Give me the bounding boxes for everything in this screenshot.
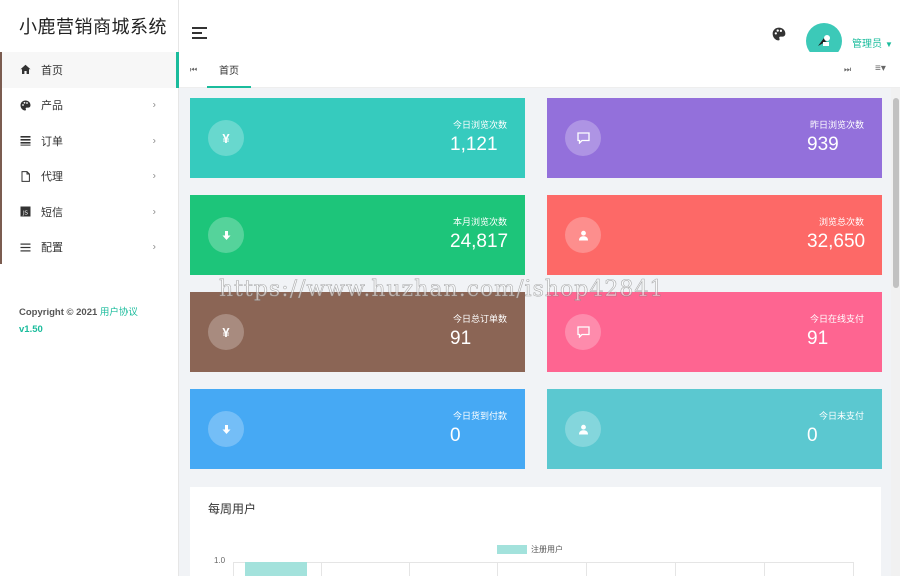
footer-copyright: Copyright © 2021 用户协议 v1.50 bbox=[19, 304, 138, 338]
sidebar-item-label: 配置 bbox=[41, 242, 63, 255]
scrollbar-thumb[interactable] bbox=[893, 98, 899, 288]
stat-label: 今日货到付款 bbox=[452, 411, 507, 421]
legend-label: 注册用户 bbox=[531, 545, 563, 554]
sidebar-item-label: 代理 bbox=[41, 171, 63, 184]
chart-bar[interactable] bbox=[245, 562, 307, 576]
stat-card[interactable]: 本月浏览次数 24,817 bbox=[190, 195, 525, 275]
list-icon bbox=[19, 135, 31, 147]
svg-text:JS: JS bbox=[21, 211, 28, 217]
stat-card[interactable]: 浏览总次数 32,650 bbox=[547, 195, 882, 275]
stat-label: 今日未支付 bbox=[818, 411, 864, 421]
hamburger-icon[interactable] bbox=[192, 27, 207, 39]
download-icon bbox=[208, 217, 244, 253]
chart-vgrid bbox=[321, 562, 322, 576]
sidebar-item-label: 产品 bbox=[41, 100, 63, 113]
chevron-right-icon: › bbox=[152, 135, 156, 147]
theme-palette-icon[interactable] bbox=[772, 27, 786, 41]
chart-vgrid bbox=[853, 562, 854, 576]
chevron-right-icon: › bbox=[152, 99, 156, 111]
stat-card[interactable]: 昨日浏览次数 939 bbox=[547, 98, 882, 178]
chevron-right-icon: › bbox=[152, 170, 156, 182]
stat-card[interactable]: ¥ 今日浏览次数 1,121 bbox=[190, 98, 525, 178]
stat-value: 1,121 bbox=[450, 134, 498, 155]
sidebar-item-orders[interactable]: 订单 › bbox=[0, 123, 178, 159]
chart-legend[interactable]: 注册用户 bbox=[497, 544, 563, 555]
stat-label: 今日浏览次数 bbox=[452, 120, 507, 130]
stat-value: 939 bbox=[807, 134, 839, 155]
sidebar-item-label: 短信 bbox=[41, 206, 63, 219]
copyright-text: Copyright © 2021 bbox=[19, 307, 98, 318]
caret-down-icon: ▼ bbox=[885, 40, 893, 49]
tab-label: 首页 bbox=[219, 65, 239, 77]
file-icon bbox=[19, 170, 31, 182]
stat-card[interactable]: 今日在线支付 91 bbox=[547, 292, 882, 372]
chart-vgrid bbox=[233, 562, 234, 576]
chart-gridline bbox=[233, 562, 853, 563]
sidebar-menu: 首页 产品 › 订单 › 代理 › JS 短信 › 配置 › bbox=[0, 52, 178, 265]
weekly-users-panel: 每周用户 注册用户 1.0 bbox=[190, 487, 881, 576]
chart-vgrid bbox=[675, 562, 676, 576]
admin-dropdown[interactable]: 管理员 ▼ bbox=[852, 35, 893, 50]
panel-title: 每周用户 bbox=[208, 502, 257, 516]
admin-label: 管理员 bbox=[852, 39, 882, 50]
js-icon: JS bbox=[19, 206, 31, 218]
stat-label: 今日在线支付 bbox=[809, 314, 864, 324]
message-icon bbox=[565, 314, 601, 350]
stat-label: 今日总订单数 bbox=[452, 314, 507, 324]
sidebar: 小鹿营销商城系统 首页 产品 › 订单 › 代理 › JS 短信 › 配置 › … bbox=[0, 0, 179, 576]
tab-home[interactable]: 首页 bbox=[207, 52, 251, 88]
stat-label: 本月浏览次数 bbox=[452, 217, 507, 227]
sidebar-item-sms[interactable]: JS 短信 › bbox=[0, 194, 178, 230]
agreement-link[interactable]: 用户协议 bbox=[100, 307, 138, 318]
version-label: v1.50 bbox=[19, 324, 43, 335]
palette-icon bbox=[19, 99, 31, 111]
stat-label: 浏览总次数 bbox=[818, 217, 864, 227]
user-icon bbox=[565, 411, 601, 447]
sidebar-item-settings[interactable]: 配置 › bbox=[0, 230, 178, 266]
stat-value: 0 bbox=[450, 425, 461, 446]
y-tick-label: 1.0 bbox=[214, 556, 226, 565]
top-header: 管理员 ▼ bbox=[179, 0, 900, 59]
chevron-right-icon: › bbox=[152, 206, 156, 218]
stat-value: 91 bbox=[450, 328, 472, 349]
stat-value: 32,650 bbox=[807, 231, 866, 252]
chart-vgrid bbox=[764, 562, 765, 576]
app-title: 小鹿营销商城系统 bbox=[19, 17, 167, 37]
stat-value: 0 bbox=[807, 425, 818, 446]
menu-icon bbox=[19, 241, 31, 253]
download-icon bbox=[208, 411, 244, 447]
yen-icon: ¥ bbox=[208, 314, 244, 350]
chart-vgrid bbox=[409, 562, 410, 576]
tab-menu-icon[interactable]: ≡▾ bbox=[875, 63, 886, 74]
chart-vgrid bbox=[497, 562, 498, 576]
sidebar-item-home[interactable]: 首页 bbox=[0, 52, 178, 88]
chart-vgrid bbox=[586, 562, 587, 576]
stat-value: 91 bbox=[807, 328, 829, 349]
chevron-right-icon: › bbox=[152, 241, 156, 253]
stat-card[interactable]: 今日未支付 0 bbox=[547, 389, 882, 469]
yen-icon: ¥ bbox=[208, 120, 244, 156]
sidebar-item-agents[interactable]: 代理 › bbox=[0, 159, 178, 195]
stat-value: 24,817 bbox=[450, 231, 509, 252]
sidebar-item-label: 订单 bbox=[41, 135, 63, 148]
stat-label: 昨日浏览次数 bbox=[809, 120, 864, 130]
sidebar-item-label: 首页 bbox=[41, 64, 63, 77]
sidebar-edge-accent bbox=[0, 52, 2, 264]
stat-card[interactable]: ¥ 今日总订单数 91 bbox=[190, 292, 525, 372]
message-icon bbox=[565, 120, 601, 156]
user-icon bbox=[565, 217, 601, 253]
home-icon bbox=[19, 64, 31, 76]
tab-prev-icon[interactable]: ⏮ bbox=[190, 65, 197, 75]
sidebar-item-products[interactable]: 产品 › bbox=[0, 88, 178, 124]
stat-card[interactable]: 今日货到付款 0 bbox=[190, 389, 525, 469]
tabs-bar: ⏮ 首页 ⏭ ≡▾ bbox=[179, 52, 900, 88]
tab-next-icon[interactable]: ⏭ bbox=[844, 65, 851, 75]
legend-swatch bbox=[497, 545, 527, 554]
